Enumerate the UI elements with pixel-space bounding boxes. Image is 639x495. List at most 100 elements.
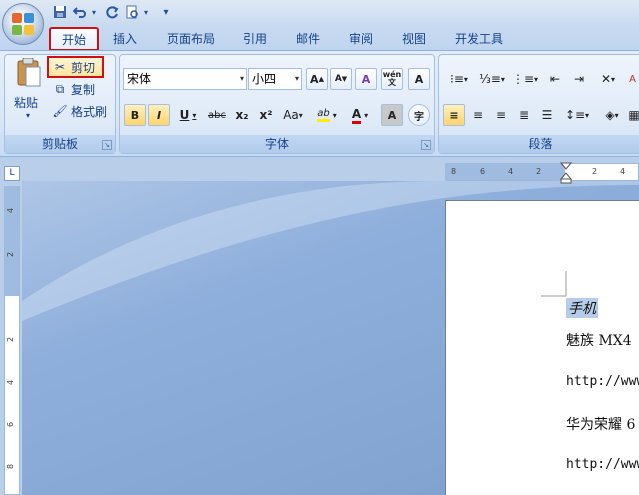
font-group-label: 字体 [120,135,434,153]
asian-layout-button[interactable]: ✕ ▾ [593,68,623,90]
pinyin-guide-button[interactable]: wén 文 [381,68,403,90]
tab-view[interactable]: 视图 [395,27,433,51]
numbering-icon: ⅓≡ [479,72,501,86]
borders-button[interactable]: ▦ [628,104,639,126]
borders-icon: ▦ [628,108,639,122]
numbering-button[interactable]: ⅓≡ ▾ [477,68,507,90]
justify-button[interactable]: ≣ [514,104,534,126]
scissors-icon: ✂ [54,60,66,74]
increase-indent-icon: ⇥ [573,72,585,86]
hruler-tick: 2 [592,167,598,176]
paste-button[interactable]: 粘贴 ▾ [10,58,48,120]
hruler-tick: 2 [536,167,542,176]
indent-marker-icon[interactable] [560,162,572,184]
horizontal-ruler-margin [445,164,565,180]
chevron-down-icon: ▾ [239,74,244,83]
font-name-value: 宋体 [127,72,152,86]
align-right-icon: ≡ [495,108,507,122]
enclose-char-label: 字 [414,111,424,123]
italic-button[interactable]: I [148,104,170,126]
highlight-label: ab [317,108,330,122]
align-right-button[interactable]: ≡ [491,104,511,126]
decrease-indent-icon: ⇤ [549,72,561,86]
hruler-tick: 4 [620,167,626,176]
sort-icon: A [629,73,636,85]
char-shading-button[interactable]: A [381,104,403,126]
line-spacing-button[interactable]: ↕≡ ▾ [562,104,592,126]
preview-dropdown-icon[interactable]: ▾ [142,4,150,20]
tab-references[interactable]: 引用 [236,27,274,51]
shading-button[interactable]: ◈ ▾ [597,104,627,126]
decrease-indent-button[interactable]: ⇤ [545,68,565,90]
redo-icon[interactable] [104,4,120,20]
undo-icon[interactable] [72,4,88,20]
case-label: Aa [283,108,299,122]
align-center-button[interactable]: ≡ [468,104,488,126]
cut-button[interactable]: ✂ 剪切 [47,56,104,78]
font-launcher-icon[interactable]: ↘ [421,140,431,150]
copy-icon: ⧉ [55,81,65,96]
format-painter-button[interactable]: 🖌 格式刷 [52,101,112,121]
align-center-icon: ≡ [472,108,484,122]
copy-button[interactable]: ⧉ 复制 [52,79,107,99]
sort-button[interactable]: A [626,68,639,90]
font-size-combo[interactable]: 小四 ▾ [248,68,302,90]
highlight-button[interactable]: ab ▾ [312,104,342,126]
doc-line[interactable]: 魅族 MX4 [566,330,632,350]
superscript-button[interactable]: x² [256,104,276,126]
align-left-icon: ≡ [449,108,459,122]
shrink-font-button[interactable]: A ▼ [330,68,352,90]
paste-icon [17,58,41,87]
bullets-button[interactable]: ⁝≡ ▾ [444,68,474,90]
clear-format-button[interactable]: A [355,68,377,90]
tab-selector-icon[interactable]: L [4,166,20,181]
tab-review[interactable]: 审阅 [342,27,380,51]
tab-mailings[interactable]: 邮件 [289,27,327,51]
format-painter-label: 格式刷 [71,104,108,119]
char-border-button[interactable]: A [408,68,430,90]
print-preview-icon[interactable] [124,4,140,20]
font-name-combo[interactable]: 宋体 ▾ [123,68,247,90]
clear-format-label: A [361,72,371,86]
paste-dropdown-icon: ▾ [26,111,31,120]
multilevel-list-button[interactable]: ⋮≡ ▾ [510,68,540,90]
change-case-button[interactable]: Aa ▾ [280,104,306,126]
vruler-tick: 8 [6,463,16,470]
chevron-down-icon: ▾ [294,74,299,83]
increase-indent-button[interactable]: ⇥ [569,68,589,90]
customize-quick-access-icon[interactable]: ▾ [158,4,174,20]
distributed-icon: ☰ [541,108,553,122]
strikethrough-button[interactable]: abc [206,104,228,126]
clipboard-launcher-icon[interactable]: ↘ [102,140,112,150]
doc-line-selected[interactable]: 手机 [566,298,598,318]
font-color-button[interactable]: A ▾ [345,104,375,126]
tab-home[interactable]: 开始 [49,27,99,51]
brush-icon: 🖌 [52,104,68,118]
subscript-button[interactable]: x₂ [232,104,252,126]
enclose-char-button[interactable]: 字 [408,104,430,126]
clipboard-group-label: 剪贴板 [5,135,115,153]
doc-link[interactable]: http://www [566,374,639,389]
tab-insert[interactable]: 插入 [106,27,144,51]
underline-button[interactable]: U ▾ [174,104,202,126]
distributed-button[interactable]: ☰ [537,104,557,126]
office-logo-icon [12,13,34,35]
doc-line[interactable]: 华为荣耀 6 [566,414,635,434]
undo-dropdown-icon[interactable]: ▾ [90,4,98,20]
strike-label: abc [208,109,226,121]
multilevel-list-icon: ⋮≡ [511,72,535,86]
shrink-font-label: A [334,74,342,84]
bold-label: B [130,108,140,122]
save-icon[interactable] [52,4,68,20]
office-button[interactable] [2,3,44,45]
bullets-icon: ⁝≡ [450,72,464,86]
tab-developer[interactable]: 开发工具 [448,27,510,51]
vruler-tick: 6 [6,421,16,428]
char-shading-label: A [387,108,397,122]
tab-page-layout[interactable]: 页面布局 [160,27,222,51]
doc-link[interactable]: http://www [566,457,639,472]
bold-button[interactable]: B [124,104,146,126]
font-color-label: A [351,107,362,124]
align-left-button[interactable]: ≡ [443,104,465,126]
grow-font-button[interactable]: A ▲ [306,68,328,90]
